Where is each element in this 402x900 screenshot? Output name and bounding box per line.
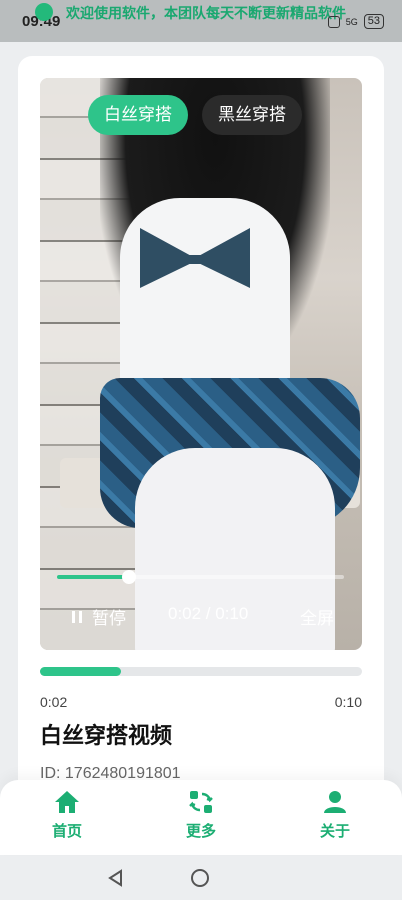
user-icon <box>324 791 346 813</box>
bottom-navigation: 首页 更多 关于 <box>0 780 402 855</box>
refresh-grid-icon <box>189 791 213 813</box>
current-time: 0:02 <box>40 694 68 710</box>
system-navigation-bar <box>0 856 402 900</box>
signal-label: 5G <box>345 16 358 27</box>
video-seek-fill <box>57 575 129 579</box>
playback-progress-fill <box>40 667 121 676</box>
video-title: 白丝穿搭视频 <box>40 723 173 748</box>
fullscreen-button[interactable]: 全屏 <box>300 604 334 629</box>
status-icons: 5G 53 <box>327 14 384 29</box>
video-player[interactable] <box>40 78 362 650</box>
app-notification-icon <box>35 3 53 21</box>
nav-label-about: 关于 <box>319 823 350 840</box>
status-bar: 09:49 欢迎使用软件，本团队每天不断更新精品软件 5G 53 <box>0 0 402 42</box>
home-circle-icon[interactable] <box>191 869 209 887</box>
tab-black-stockings[interactable]: 黑丝穿搭 <box>202 95 302 135</box>
nav-item-about[interactable]: 关于 <box>295 790 375 841</box>
video-category-tabs: 白丝穿搭 黑丝穿搭 <box>88 95 302 135</box>
alarm-icon <box>327 15 340 28</box>
nav-label-home: 首页 <box>51 823 82 840</box>
home-icon <box>55 791 79 813</box>
pause-label: 暂停 <box>92 609 126 628</box>
video-controls: 暂停 0:02 / 0:10 全屏 <box>40 598 362 634</box>
total-time: 0:10 <box>334 694 362 710</box>
nav-label-more: 更多 <box>185 823 216 840</box>
tab-white-stockings[interactable]: 白丝穿搭 <box>88 95 188 135</box>
video-frame-shirt <box>120 198 290 408</box>
nav-item-more[interactable]: 更多 <box>161 790 241 841</box>
back-icon[interactable] <box>107 869 125 887</box>
pause-button[interactable]: 暂停 <box>72 604 126 629</box>
welcome-banner: 欢迎使用软件，本团队每天不断更新精品软件 <box>66 5 346 21</box>
battery-icon: 53 <box>363 14 384 29</box>
video-seek-bar[interactable] <box>57 570 344 584</box>
playback-progress-bar[interactable] <box>40 667 362 676</box>
video-seek-thumb[interactable] <box>121 570 136 584</box>
nav-item-home[interactable]: 首页 <box>27 790 107 841</box>
pause-icon <box>72 610 82 623</box>
video-time-readout: 0:02 / 0:10 <box>168 604 249 623</box>
